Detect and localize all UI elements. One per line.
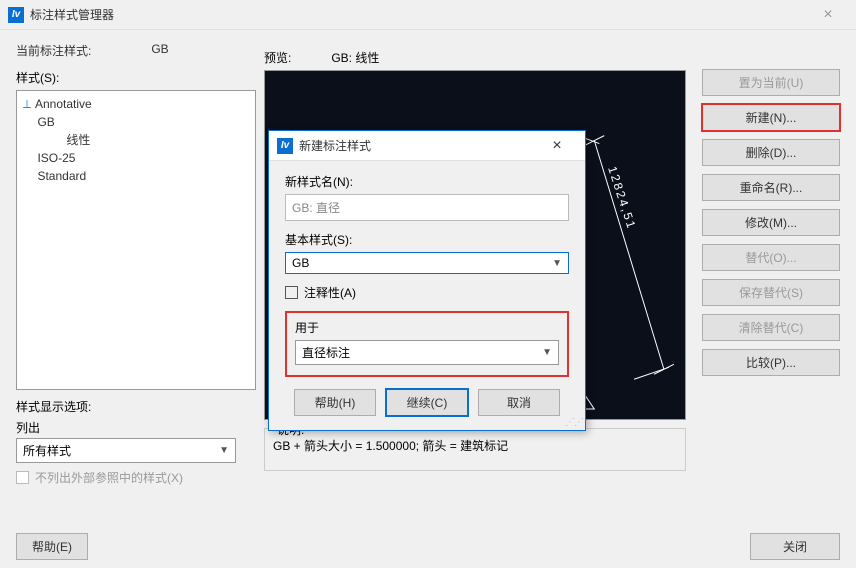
cancel-button[interactable]: 取消 [478,389,560,416]
list-item-annotative[interactable]: ⟂Annotative [23,95,249,113]
help-button[interactable]: 帮助(E) [16,533,88,560]
annotative-icon: ⟂ [23,95,35,113]
window-title: 标注样式管理器 [30,6,808,23]
app-icon: Iv [8,7,24,23]
styles-list[interactable]: ⟂Annotative GB 线性 ISO-25 Standard [16,90,256,390]
list-item-gb[interactable]: GB [23,113,249,131]
description-box: 说明: GB + 箭头大小 = 1.500000; 箭头 = 建筑标记 [264,428,686,471]
compare-button[interactable]: 比较(P)... [702,349,840,376]
used-for-select[interactable]: 直径标注 ▼ [295,340,559,365]
used-for-group: 用于 直径标注 ▼ [285,311,569,377]
list-filter-value: 所有样式 [23,442,71,459]
new-style-dialog: Iv 新建标注样式 × 新样式名(N): GB: 直径 基本样式(S): GB … [268,130,586,431]
preview-label: 预览: [264,49,291,66]
base-style-value: GB [292,256,309,270]
base-style-label: 基本样式(S): [285,231,569,248]
annotative-label: 注释性(A) [304,284,356,301]
override-button: 替代(O)... [702,244,840,271]
base-style-select[interactable]: GB ▼ [285,252,569,274]
continue-button[interactable]: 继续(C) [386,389,468,416]
description-text: GB + 箭头大小 = 1.500000; 箭头 = 建筑标记 [273,439,508,453]
clear-override-button: 清除替代(C) [702,314,840,341]
current-style-label: 当前标注样式: [16,42,91,59]
used-for-label: 用于 [295,319,559,336]
close-icon[interactable]: × [808,6,848,24]
annotative-checkbox[interactable] [285,286,298,299]
delete-button[interactable]: 删除(D)... [702,139,840,166]
app-icon: Iv [277,138,293,154]
list-item-gb-linear[interactable]: 线性 [23,131,249,149]
modal-help-button[interactable]: 帮助(H) [294,389,376,416]
preview-name: GB: 线性 [331,49,379,66]
new-name-input[interactable]: GB: 直径 [285,194,569,221]
new-button[interactable]: 新建(N)... [702,104,840,131]
resize-grip-icon[interactable]: ⋰⋰ [565,417,583,428]
xref-checkbox-label: 不列出外部参照中的样式(X) [35,469,183,486]
list-item-iso25[interactable]: ISO-25 [23,149,249,167]
used-for-value: 直径标注 [302,344,350,361]
rename-button[interactable]: 重命名(R)... [702,174,840,201]
set-current-button: 置为当前(U) [702,69,840,96]
list-filter-select[interactable]: 所有样式 ▼ [16,438,236,463]
main-titlebar: Iv 标注样式管理器 × [0,0,856,30]
close-button[interactable]: 关闭 [750,533,840,560]
modal-title: 新建标注样式 [299,137,537,154]
styles-label: 样式(S): [16,69,256,86]
save-override-button: 保存替代(S) [702,279,840,306]
modal-titlebar: Iv 新建标注样式 × [269,131,585,161]
xref-checkbox[interactable] [16,471,29,484]
modal-close-icon[interactable]: × [537,137,577,155]
current-style-value: GB [151,42,168,59]
new-name-label: 新样式名(N): [285,173,569,190]
display-opts-label: 样式显示选项: [16,398,256,415]
chevron-down-icon: ▼ [542,347,552,358]
list-label: 列出 [16,419,256,436]
chevron-down-icon: ▼ [552,258,562,269]
modify-button[interactable]: 修改(M)... [702,209,840,236]
list-item-standard[interactable]: Standard [23,167,249,185]
chevron-down-icon: ▼ [219,445,229,456]
